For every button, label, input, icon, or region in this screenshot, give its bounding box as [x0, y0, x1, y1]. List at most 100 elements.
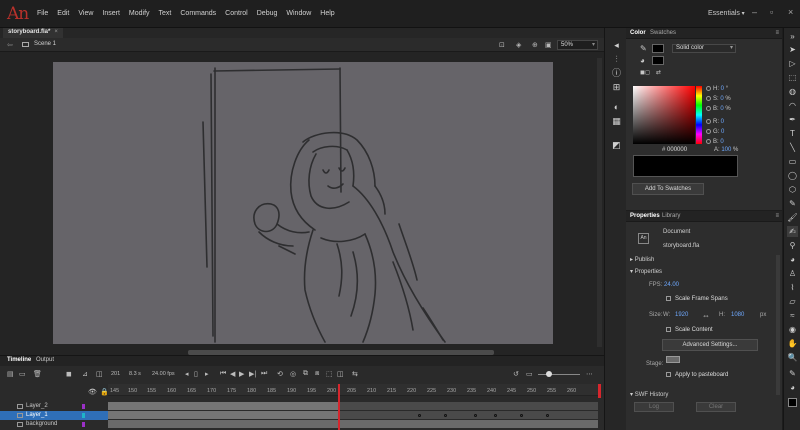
eyedropper-tool-icon[interactable]: ⌇ — [787, 282, 798, 293]
layer-color-swatch[interactable] — [82, 422, 85, 427]
library-panel-icon[interactable]: ◩ — [611, 140, 622, 151]
log-button[interactable]: Log — [634, 402, 674, 412]
first-frame-icon[interactable]: ⏮ — [220, 370, 226, 378]
current-frame[interactable]: 201 — [111, 371, 120, 377]
radio-icon[interactable] — [706, 129, 711, 134]
scale-content-checkbox[interactable]: Scale Content — [666, 327, 713, 333]
swatches-grid-icon[interactable]: ▦ — [611, 116, 622, 127]
radio-icon[interactable] — [706, 86, 711, 91]
edit-symbols-icon[interactable]: ⊡ — [499, 41, 505, 49]
blue-field[interactable]: B: 0 — [706, 139, 724, 145]
panel-scrollbar[interactable] — [776, 255, 780, 395]
fill-type-select[interactable]: Solid color — [672, 44, 736, 53]
edit-multiple-frames-icon[interactable]: ⧉ — [303, 370, 308, 378]
menu-edit[interactable]: Edit — [57, 10, 69, 17]
checkbox-icon[interactable] — [666, 296, 671, 301]
stroke-color-tool-icon[interactable]: ✎ — [787, 368, 798, 379]
s-field[interactable]: S: 0 % — [706, 96, 731, 102]
frame-rate[interactable]: 24.00 fps — [152, 371, 175, 377]
field-value[interactable]: 0 — [721, 86, 724, 92]
black-white-icon[interactable]: ◼◻ — [640, 69, 650, 76]
collapse-toolbar-icon[interactable]: » — [787, 31, 798, 42]
menu-debug[interactable]: Debug — [257, 10, 278, 17]
loop-icon[interactable]: ⟲ — [277, 370, 283, 378]
menu-control[interactable]: Control — [225, 10, 248, 17]
layer-color-swatch[interactable] — [82, 413, 85, 418]
layer-track[interactable] — [108, 420, 598, 429]
new-layer-icon[interactable]: ▤ — [7, 370, 14, 378]
radio-icon[interactable] — [706, 106, 711, 111]
apply-pasteboard-checkbox[interactable]: Apply to pasteboard — [666, 372, 728, 378]
rectangle-tool-icon[interactable]: ▭ — [787, 156, 798, 167]
camera-icon[interactable]: ◈ — [516, 41, 521, 49]
fill-color-swatch[interactable] — [788, 398, 797, 407]
hue-slider[interactable] — [696, 86, 702, 144]
paint-brush-tool-icon[interactable]: 🖌 — [787, 212, 798, 223]
camera-layer-icon[interactable]: ◼ — [66, 370, 72, 378]
field-value[interactable]: 0 — [720, 96, 723, 102]
onion-skin-toggle-icon[interactable]: ◎ — [290, 370, 296, 378]
radio-icon[interactable] — [706, 96, 711, 101]
checkbox-icon[interactable] — [666, 372, 671, 377]
lasso-tool-icon[interactable]: ◠ — [787, 100, 798, 111]
hex-value[interactable]: 000000 — [667, 147, 687, 153]
eye-icon[interactable]: 👁 — [88, 388, 97, 396]
width-tool-icon[interactable]: ≈ — [787, 310, 798, 321]
align-icon[interactable]: ⫶ — [611, 54, 622, 65]
next-frame-icon[interactable]: ▸ — [205, 370, 209, 378]
lock-icon[interactable]: 🔒 — [100, 388, 109, 396]
keyframe[interactable] — [444, 414, 447, 417]
close-tab-icon[interactable]: × — [54, 29, 58, 35]
3d-rotation-tool-icon[interactable]: ◍ — [787, 86, 798, 97]
center-frame-icon[interactable]: ▭ — [526, 370, 533, 378]
scene-name[interactable]: Scene 1 — [34, 41, 56, 47]
menu-file[interactable]: File — [37, 10, 48, 17]
frame-span[interactable] — [108, 411, 338, 419]
h-field[interactable]: H: 0 ° — [706, 86, 728, 92]
color-picker-field[interactable] — [633, 86, 695, 144]
zoom-select[interactable]: 50% — [557, 40, 598, 50]
layer-row[interactable]: background — [0, 420, 108, 429]
brush-tool-icon[interactable]: ✍ — [787, 226, 798, 237]
tab-library[interactable]: Library — [662, 213, 680, 219]
fps-value[interactable]: 24.00 — [664, 282, 679, 288]
free-transform-tool-icon[interactable]: ⬚ — [787, 72, 798, 83]
clear-button[interactable]: Clear — [696, 402, 736, 412]
end-marker[interactable] — [598, 384, 601, 398]
insert-frame-icon[interactable]: ◫ — [337, 370, 344, 378]
field-value[interactable]: 0 — [721, 119, 724, 125]
stroke-color-swatch[interactable] — [652, 44, 664, 53]
r-field[interactable]: R: 0 — [706, 119, 724, 125]
step-back-icon[interactable]: ◀ — [230, 370, 235, 378]
text-tool-icon[interactable]: T — [787, 128, 798, 139]
field-value[interactable]: 0 — [721, 129, 724, 135]
add-to-swatches-button[interactable]: Add To Swatches — [632, 183, 704, 195]
undo-view-icon[interactable]: ↺ — [513, 370, 519, 378]
stage-vertical-scrollbar[interactable] — [597, 58, 602, 347]
transform-icon[interactable]: ⊞ — [611, 82, 622, 93]
field-value[interactable]: 0 — [720, 139, 723, 145]
checkbox-icon[interactable] — [666, 327, 671, 332]
layer-name[interactable]: Layer_1 — [26, 411, 48, 420]
properties-section[interactable]: ▾ Properties — [630, 268, 662, 275]
menu-view[interactable]: View — [78, 10, 93, 17]
workspace-switcher[interactable]: Essentials — [708, 10, 745, 17]
playhead-icon[interactable]: ▯ — [194, 370, 198, 378]
hand-tool-icon[interactable]: ✋ — [787, 338, 798, 349]
bone-tool-icon[interactable]: ⚲ — [787, 240, 798, 251]
fit-frames-icon[interactable]: ⋯ — [586, 370, 593, 378]
advanced-settings-button[interactable]: Advanced Settings... — [662, 339, 758, 351]
pen-tool-icon[interactable]: ✒ — [787, 114, 798, 125]
panel-menu-icon[interactable]: ≡ — [775, 213, 779, 219]
tab-output[interactable]: Output — [36, 357, 54, 363]
parenting-icon[interactable]: ⊿ — [82, 370, 88, 378]
menu-help[interactable]: Help — [320, 10, 334, 17]
fill-bucket-icon[interactable]: ◕ — [640, 56, 645, 65]
alpha-field[interactable]: A: 100 % — [714, 147, 738, 153]
line-tool-icon[interactable]: ╲ — [787, 142, 798, 153]
height-value[interactable]: 1080 — [731, 312, 744, 318]
stage-color-swatch[interactable] — [666, 356, 680, 363]
ink-bottle-tool-icon[interactable]: ♙ — [787, 268, 798, 279]
b-field[interactable]: B: 0 % — [706, 106, 731, 112]
info-icon[interactable]: ⓘ — [611, 68, 622, 79]
